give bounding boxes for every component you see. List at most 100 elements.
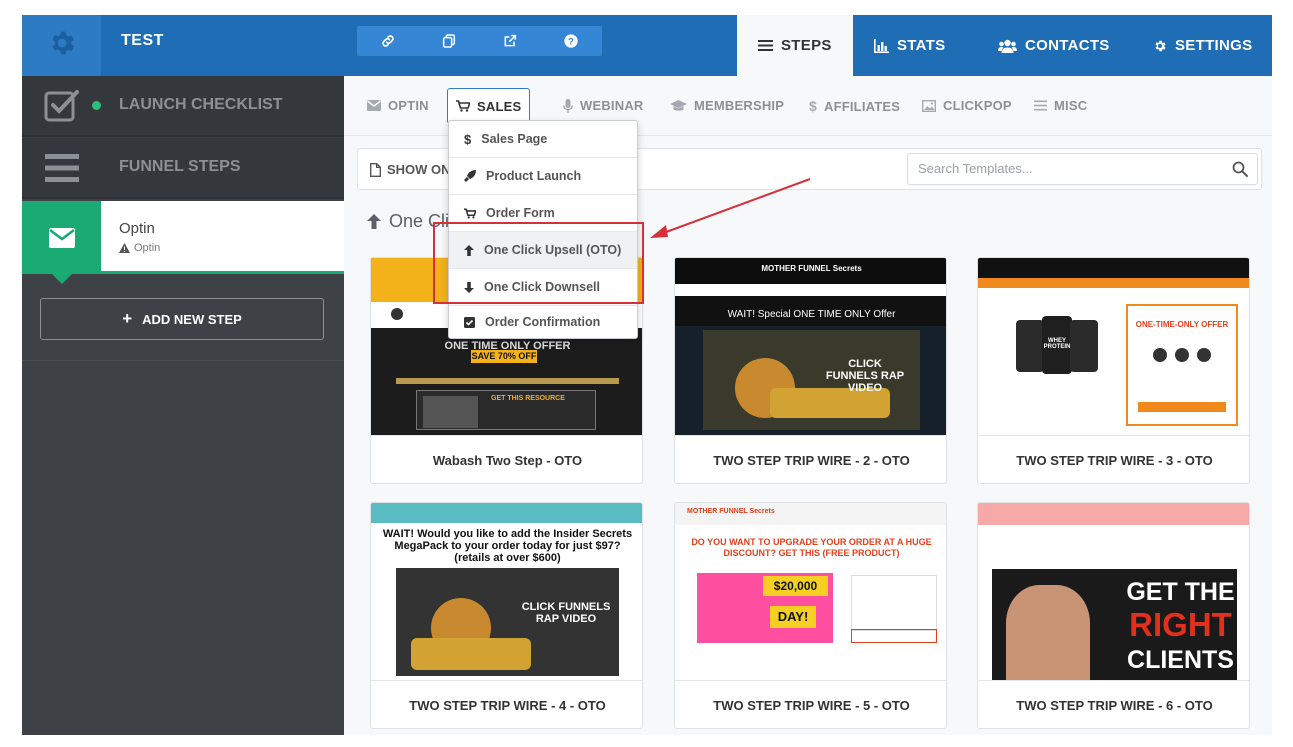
- open-page-button[interactable]: [479, 26, 540, 56]
- document-icon: [370, 162, 381, 177]
- category-membership[interactable]: MEMBERSHIP: [670, 98, 784, 113]
- copy-button[interactable]: [418, 26, 479, 56]
- template-title: TWO STEP TRIP WIRE - 5 - OTO: [675, 680, 946, 728]
- menu-item-order-confirmation[interactable]: Order Confirmation: [449, 304, 637, 340]
- tab-stats-label: STATS: [897, 37, 946, 54]
- thumb-product: WHEY PROTEIN: [1043, 338, 1071, 350]
- show-only-label: SHOW ON: [387, 162, 451, 177]
- template-title: TWO STEP TRIP WIRE - 6 - OTO: [978, 680, 1249, 728]
- divider: [22, 360, 344, 361]
- app-window: TEST ? STEPS STATS CONTACTS SETTINGS LAU…: [22, 15, 1272, 735]
- tab-settings[interactable]: SETTINGS: [1153, 15, 1252, 76]
- step-type-label: Optin: [134, 242, 161, 254]
- category-webinar[interactable]: WEBINAR: [563, 98, 644, 113]
- add-new-step-button[interactable]: + ADD NEW STEP: [40, 298, 324, 340]
- category-label: WEBINAR: [580, 98, 644, 113]
- search-templates: [907, 153, 1258, 185]
- tab-contacts-label: CONTACTS: [1025, 37, 1110, 54]
- tab-stats[interactable]: STATS: [874, 15, 945, 76]
- thumb-video-title: CLICK FUNNELS RAP VIDEO: [521, 601, 611, 625]
- help-icon: ?: [563, 34, 578, 48]
- category-label: MISC: [1054, 98, 1088, 113]
- template-card[interactable]: MOTHER FUNNEL Secrets WAIT! Special ONE …: [674, 257, 947, 484]
- status-dot: [92, 101, 101, 110]
- category-label: OPTIN: [388, 98, 429, 113]
- menu-item-label: Product Launch: [486, 169, 582, 183]
- plus-icon: +: [122, 309, 133, 328]
- template-card[interactable]: MOTHER FUNNEL Secrets DO YOU WANT TO UPG…: [674, 502, 947, 729]
- thumb-headline-2: RIGHT: [1129, 606, 1232, 643]
- category-affiliates[interactable]: $ AFFILIATES: [809, 98, 900, 114]
- link-button[interactable]: [357, 26, 418, 56]
- list-icon: [758, 39, 773, 52]
- external-link-icon: [504, 34, 516, 47]
- template-card[interactable]: WAIT! Would you like to add the Insider …: [370, 502, 643, 729]
- annotation-highlight-box: [433, 222, 644, 304]
- menu-item-sales-page[interactable]: $ Sales Page: [449, 121, 637, 157]
- template-thumbnail: WAIT! Would you like to add the Insider …: [371, 503, 642, 680]
- search-input[interactable]: [918, 161, 1218, 176]
- gear-icon: [1153, 39, 1167, 53]
- category-label: MEMBERSHIP: [694, 98, 785, 113]
- help-button[interactable]: ?: [540, 26, 601, 56]
- menu-item-label: Order Confirmation: [485, 315, 601, 329]
- dollar-icon: $: [809, 98, 817, 114]
- category-clickpop[interactable]: CLICKPOP: [922, 98, 1012, 113]
- thumb-headline: WAIT! Would you like to add the Insider …: [382, 528, 633, 564]
- image-icon: [922, 99, 936, 112]
- thumb-promo-2: DAY!: [770, 606, 816, 628]
- sidebar-item-label: FUNNEL STEPS: [119, 158, 241, 175]
- logo[interactable]: [22, 15, 101, 76]
- sidebar: LAUNCH CHECKLIST FUNNEL STEPS Optin Opti…: [22, 76, 344, 735]
- template-card[interactable]: ONE-TIME-ONLY OFFER WHEY PROTEIN TWO STE…: [977, 257, 1250, 484]
- category-sales[interactable]: SALES: [447, 88, 531, 124]
- thumb-headline: DO YOU WANT TO UPGRADE YOUR ORDER AT A H…: [691, 537, 932, 558]
- tab-settings-label: SETTINGS: [1175, 37, 1253, 54]
- template-title: TWO STEP TRIP WIRE - 2 - OTO: [675, 435, 946, 483]
- menu-item-label: Order Form: [486, 206, 555, 220]
- menu-item-product-launch[interactable]: Product Launch: [449, 158, 637, 194]
- arrow-up-icon: [367, 214, 381, 229]
- template-thumbnail: MOTHER FUNNEL Secrets DO YOU WANT TO UPG…: [675, 503, 946, 680]
- template-title: TWO STEP TRIP WIRE - 3 - OTO: [978, 435, 1249, 483]
- cart-icon: [456, 100, 470, 112]
- gear-logo-icon: [47, 28, 77, 63]
- envelope-icon: [367, 100, 381, 111]
- thumb-headline: WAIT! Special ONE TIME ONLY Offer: [727, 309, 896, 320]
- funnel-step-optin[interactable]: Optin Optin: [22, 201, 344, 284]
- menu-icon: [1034, 100, 1047, 111]
- search-icon[interactable]: [1232, 161, 1248, 182]
- thumb-video-title: CLICK FUNNELS RAP VIDEO: [825, 358, 905, 394]
- check-square-icon: [464, 316, 475, 328]
- thumb-headline-3: CLIENTS: [1127, 646, 1234, 674]
- link-icon: [381, 35, 394, 47]
- category-label: AFFILIATES: [824, 98, 901, 114]
- thumb-headline: GET THE: [1126, 578, 1235, 606]
- category-optin[interactable]: OPTIN: [367, 98, 429, 113]
- sidebar-item-funnel-steps[interactable]: FUNNEL STEPS: [22, 138, 344, 199]
- svg-text:?: ?: [568, 36, 574, 46]
- template-thumbnail: GET THE RIGHT CLIENTS: [978, 503, 1249, 680]
- funnel-title: TEST: [121, 32, 164, 49]
- template-title: Wabash Two Step - OTO: [371, 435, 642, 483]
- copy-icon: [442, 34, 455, 48]
- thumb-brand: MOTHER FUNNEL Secrets: [761, 264, 862, 273]
- thumb-brand: MOTHER FUNNEL Secrets: [687, 508, 775, 515]
- menu-item-label: Sales Page: [481, 132, 548, 146]
- tab-steps[interactable]: STEPS: [737, 15, 853, 76]
- users-icon: [998, 39, 1017, 53]
- graduation-cap-icon: [670, 99, 687, 111]
- envelope-icon: [22, 201, 101, 284]
- sidebar-item-launch-checklist[interactable]: LAUNCH CHECKLIST: [22, 76, 344, 137]
- category-misc[interactable]: MISC: [1034, 98, 1087, 113]
- template-card[interactable]: GET THE RIGHT CLIENTS TWO STEP TRIP WIRE…: [977, 502, 1250, 729]
- tab-contacts[interactable]: CONTACTS: [998, 15, 1110, 76]
- thumb-headline: ONE-TIME-ONLY OFFER: [1135, 320, 1229, 329]
- annotation-arrow-icon: [650, 178, 811, 238]
- show-only-button[interactable]: SHOW ON: [370, 162, 451, 177]
- checklist-icon: [22, 76, 101, 135]
- bar-chart-icon: [874, 38, 889, 53]
- menu-icon: [22, 138, 101, 197]
- step-name: Optin: [119, 220, 155, 237]
- sidebar-item-label: LAUNCH CHECKLIST: [119, 96, 283, 113]
